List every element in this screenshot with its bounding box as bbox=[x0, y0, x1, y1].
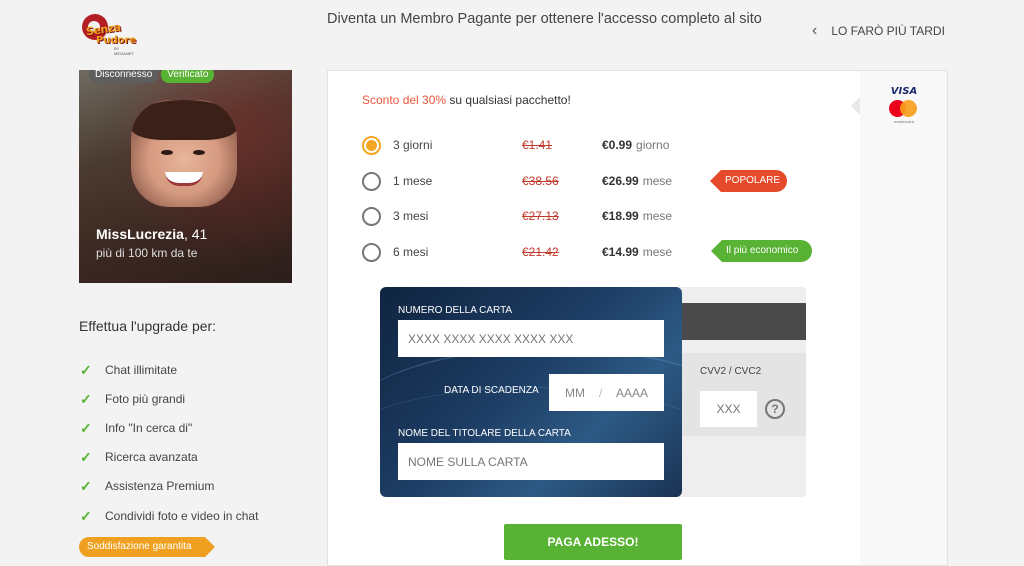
feature-item: ✓ Assistenza Premium bbox=[80, 478, 215, 495]
plan-unit: mese bbox=[642, 174, 673, 188]
expiry-field[interactable]: MM / AAAA bbox=[549, 374, 664, 411]
feature-item: ✓ Condividi foto e video in chat bbox=[80, 507, 259, 524]
feature-item: ✓ Foto più grandi bbox=[80, 390, 186, 407]
expiry-month-input[interactable]: MM bbox=[565, 386, 585, 400]
verified-badge: Verificato bbox=[161, 70, 215, 83]
radio-unselected[interactable] bbox=[362, 242, 381, 262]
radio-unselected[interactable] bbox=[362, 171, 381, 191]
skip-later-link[interactable]: ‹ LO FARÒ PIÙ TARDI bbox=[812, 22, 945, 40]
discount-highlight: Sconto del 30% bbox=[362, 93, 447, 107]
chevron-left-icon: ‹ bbox=[812, 22, 818, 39]
profile-name: MissLucrezia, 41 bbox=[96, 226, 208, 242]
mastercard-logo bbox=[888, 100, 918, 118]
radio-selected[interactable] bbox=[362, 135, 381, 155]
site-logo[interactable]: Senza Pudore BY MEGANET bbox=[80, 12, 140, 56]
pay-now-button[interactable]: PAGA ADESSO! bbox=[504, 524, 682, 560]
upgrade-headline: Diventa un Membro Pagante per ottenere l… bbox=[327, 11, 762, 27]
plan-old-price: €38.56 bbox=[522, 174, 559, 188]
plan-unit: mese bbox=[642, 209, 673, 223]
checkmark-icon: ✓ bbox=[80, 507, 92, 524]
guarantee-badge: Soddisfazione garantita bbox=[79, 537, 217, 557]
plan-option-3-days[interactable]: 3 giorni €1.41 €0.99 giorno bbox=[362, 133, 822, 157]
feature-list: ✓ Chat illimitate ✓ Foto più grandi ✓ Info … bbox=[80, 355, 258, 530]
checkmark-icon: ✓ bbox=[80, 449, 92, 466]
visa-logo: VISA bbox=[890, 86, 918, 97]
feature-item: ✓ Chat illimitate bbox=[80, 361, 178, 378]
plan-price: €14.99 bbox=[602, 245, 639, 259]
plan-unit: giorno bbox=[636, 138, 670, 152]
card-logos[interactable]: VISA mastercard bbox=[888, 86, 920, 124]
upgrade-title: Effettua l'upgrade per: bbox=[79, 318, 217, 334]
cardholder-name-input[interactable] bbox=[398, 443, 664, 480]
mastercard-label: mastercard bbox=[893, 119, 914, 124]
payment-method-pointer bbox=[851, 97, 860, 115]
plan-price: €18.99 bbox=[602, 209, 639, 223]
plan-duration: 3 mesi bbox=[393, 209, 429, 223]
feature-item: ✓ Info "In cerca di" bbox=[80, 419, 193, 436]
plan-option-3-months[interactable]: 3 mesi €27.13 €18.99 mese bbox=[362, 204, 822, 228]
expiry-year-input[interactable]: AAAA bbox=[616, 386, 648, 400]
plan-unit: mese bbox=[642, 245, 673, 259]
feature-item: ✓ Ricerca avanzata bbox=[80, 449, 198, 466]
status-badges: Disconnesso Verificato bbox=[89, 70, 215, 83]
offline-badge: Disconnesso bbox=[89, 70, 159, 83]
profile-distance: più di 100 km da te bbox=[96, 246, 198, 260]
profile-card[interactable]: Disconnesso Verificato MissLucrezia, 41 … bbox=[79, 70, 292, 283]
checkmark-icon: ✓ bbox=[80, 361, 92, 378]
radio-unselected[interactable] bbox=[362, 206, 381, 226]
card-number-label: NUMERO DELLA CARTA bbox=[398, 305, 513, 316]
plan-duration: 1 mese bbox=[393, 174, 433, 188]
logo-text-line2: Pudore bbox=[96, 35, 137, 46]
cardholder-label: NOME DEL TITOLARE DELLA CARTA bbox=[398, 428, 571, 439]
discount-banner: Sconto del 30% su qualsiasi pacchetto! bbox=[362, 93, 571, 107]
expiry-label: DATA DI SCADENZA bbox=[444, 385, 539, 396]
plan-duration: 3 giorni bbox=[393, 138, 433, 152]
plan-price: €0.99 bbox=[602, 138, 633, 152]
checkmark-icon: ✓ bbox=[80, 390, 92, 407]
profile-age: , 41 bbox=[183, 226, 208, 242]
plan-old-price: €1.41 bbox=[522, 138, 553, 152]
skip-later-label: LO FARÒ PIÙ TARDI bbox=[831, 24, 945, 38]
plan-duration: 6 mesi bbox=[393, 245, 429, 259]
plan-old-price: €27.13 bbox=[522, 209, 559, 223]
card-number-input[interactable] bbox=[398, 320, 664, 357]
expiry-separator: / bbox=[598, 385, 603, 400]
help-icon[interactable]: ? bbox=[765, 399, 785, 419]
plan-price: €26.99 bbox=[602, 174, 639, 188]
plan-old-price: €21.42 bbox=[522, 245, 559, 259]
payment-method-panel bbox=[860, 70, 948, 566]
checkmark-icon: ✓ bbox=[80, 478, 92, 495]
avatar[interactable] bbox=[131, 100, 237, 207]
cvv-label: CVV2 / CVC2 bbox=[700, 366, 762, 377]
logo-tagline: BY MEGANET bbox=[114, 46, 134, 56]
cvv-input[interactable] bbox=[700, 391, 757, 427]
discount-text: su qualsiasi pacchetto! bbox=[446, 93, 571, 107]
checkmark-icon: ✓ bbox=[80, 419, 92, 436]
